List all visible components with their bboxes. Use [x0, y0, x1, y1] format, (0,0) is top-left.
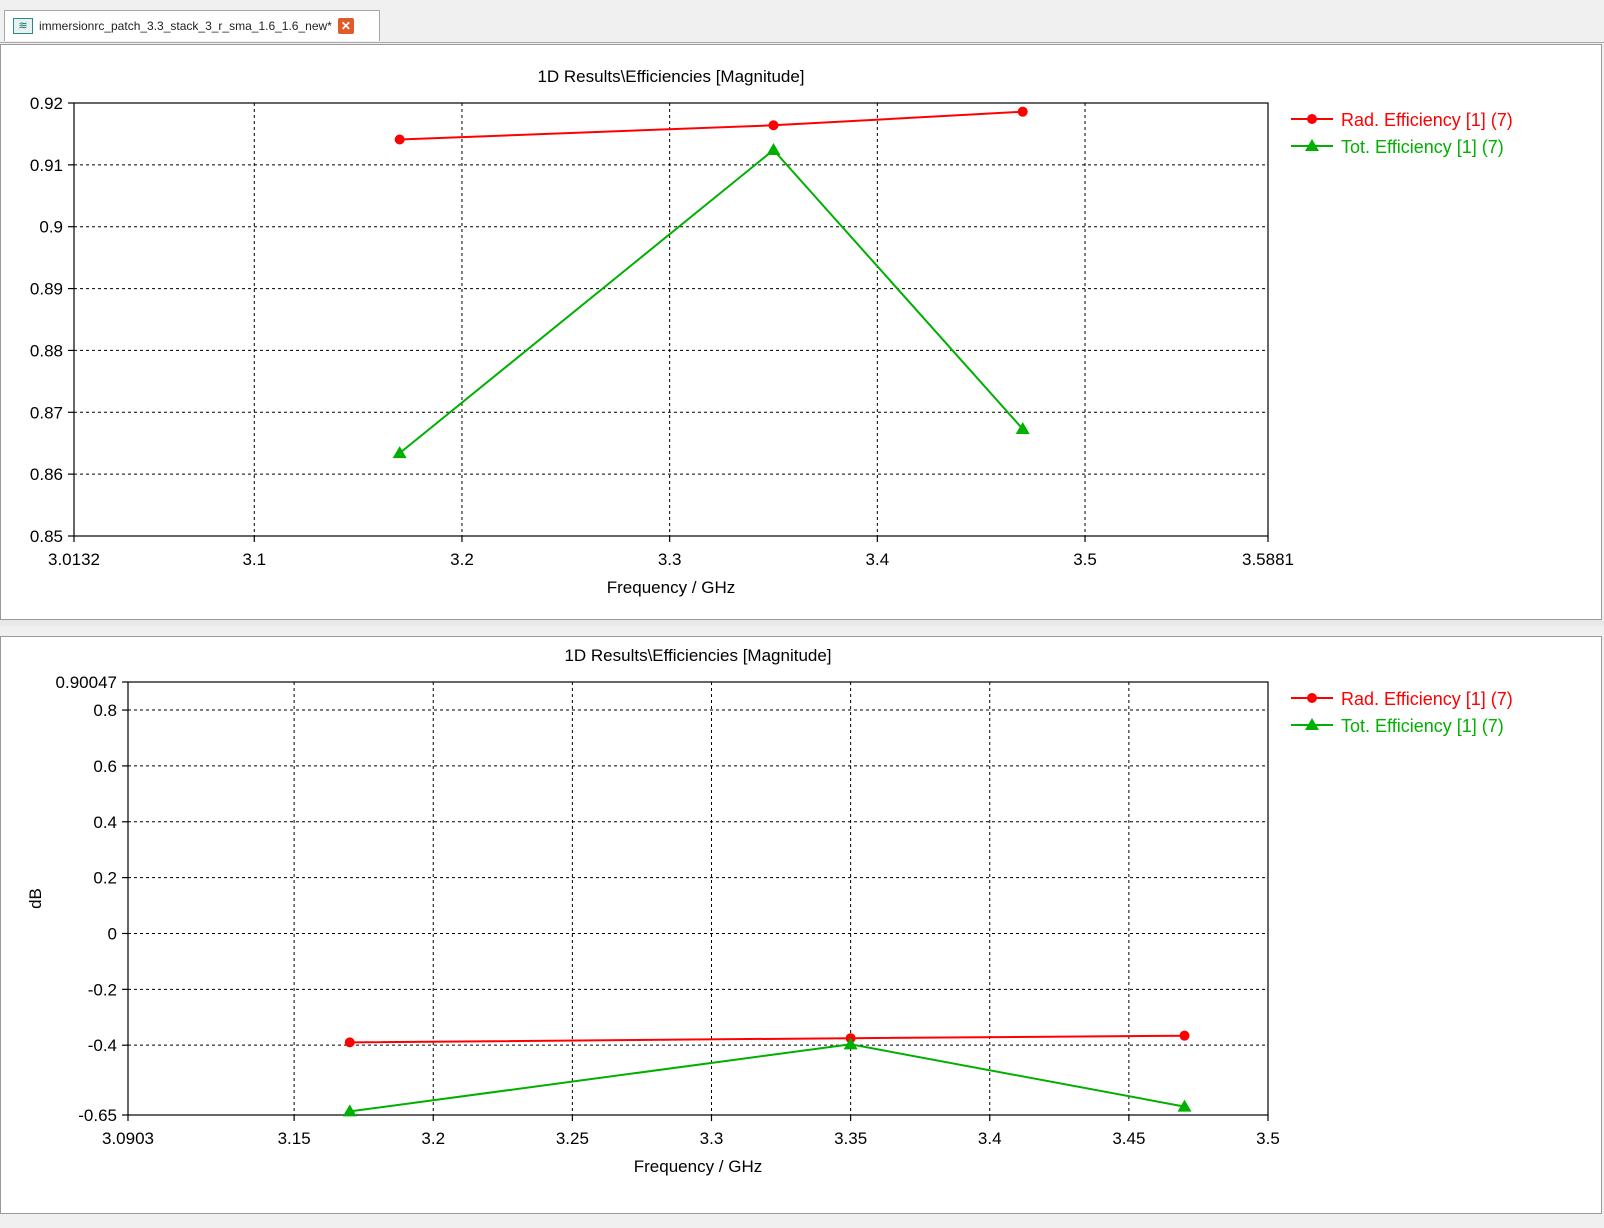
chart-top: 3.0132 3.1 3.2 3.3 3.4 3.5 3.5881 0.85 0.86 0.87 0…	[30, 67, 1513, 597]
legend-marker	[1307, 693, 1317, 703]
y-tick-label: 0.92	[30, 94, 63, 113]
panel-divider	[0, 620, 1604, 626]
series-line	[349, 1034, 1185, 1044]
y-tick-label: -0.4	[88, 1036, 117, 1055]
y-tick-label: 0.90047	[56, 673, 117, 692]
plot-panel-bottom: 3.0903 3.15 3.2 3.25 3.3 3.35 3.4 3.45 3.5 -0.65 -…	[0, 636, 1602, 1214]
x-axis-label: Frequency / GHz	[634, 1157, 763, 1176]
y-tick-label: 0.88	[30, 341, 63, 360]
close-icon[interactable]: ✕	[337, 18, 354, 34]
data-point	[768, 120, 779, 131]
y-tick-label: 0	[108, 924, 117, 943]
chart-title: 1D Results\Efficiencies [Magnitude]	[537, 67, 804, 86]
x-tick-label: 3.2	[450, 550, 474, 569]
plot-frame	[127, 681, 1269, 1116]
x-tick-label: 3.5	[1073, 550, 1097, 569]
tab-title: immersionrc_patch_3.3_stack_3_r_sma_1.6_…	[39, 19, 332, 33]
graph-icon: ≋	[13, 18, 33, 34]
legend-label: Rad. Efficiency [1] (7)	[1341, 689, 1513, 709]
x-tick-label: 3.15	[278, 1129, 311, 1148]
x-tick-label: 3.0132	[48, 550, 100, 569]
data-point	[766, 143, 781, 156]
y-tick-label: 0.4	[93, 813, 117, 832]
legend-label: Tot. Efficiency [1] (7)	[1341, 716, 1504, 736]
x-tick-label: 3.25	[556, 1129, 589, 1148]
x-tick-label: 3.45	[1112, 1129, 1145, 1148]
y-tick-label: 0.87	[30, 403, 63, 422]
y-tick-label: -0.65	[78, 1106, 117, 1125]
x-tick-label: 3.5	[1256, 1129, 1280, 1148]
plot-panel-top: 3.0132 3.1 3.2 3.3 3.4 3.5 3.5881 0.85 0.86 0.87 0…	[0, 44, 1602, 620]
legend-label: Rad. Efficiency [1] (7)	[1341, 110, 1513, 130]
data-point	[1179, 1030, 1190, 1041]
x-tick-label: 3.3	[658, 550, 682, 569]
y-axis-label: dB	[26, 888, 45, 909]
y-tick-label: -0.2	[88, 980, 117, 999]
data-point	[344, 1037, 355, 1048]
y-tick-label: 0.91	[30, 156, 63, 175]
x-tick-label: 3.1	[242, 550, 266, 569]
data-point	[394, 134, 405, 145]
document-tab-bar: ≋ immersionrc_patch_3.3_stack_3_r_sma_1.…	[0, 8, 1604, 43]
chart-title: 1D Results\Efficiencies [Magnitude]	[564, 646, 831, 665]
document-tab[interactable]: ≋ immersionrc_patch_3.3_stack_3_r_sma_1.…	[4, 10, 380, 41]
x-tick-label: 3.4	[866, 550, 890, 569]
y-tick-label: 0.8	[93, 701, 117, 720]
x-tick-label: 3.0903	[102, 1129, 154, 1148]
x-tick-label: 3.35	[834, 1129, 867, 1148]
series-line	[399, 148, 1024, 454]
y-tick-label: 0.2	[93, 869, 117, 888]
data-point	[1017, 106, 1028, 117]
y-tick-label: 0.9	[39, 218, 63, 237]
plot-frame	[73, 102, 1269, 537]
series-line	[349, 1043, 1185, 1113]
legend-label: Tot. Efficiency [1] (7)	[1341, 137, 1504, 157]
x-tick-label: 3.4	[978, 1129, 1002, 1148]
y-tick-label: 0.6	[93, 757, 117, 776]
y-tick-label: 0.89	[30, 280, 63, 299]
legend-marker	[1307, 114, 1317, 124]
chart-bottom: 3.0903 3.15 3.2 3.25 3.3 3.35 3.4 3.45 3.5 -0.65 -…	[26, 646, 1513, 1176]
x-axis-label: Frequency / GHz	[607, 578, 736, 597]
y-tick-label: 0.85	[30, 527, 63, 546]
x-tick-label: 3.5881	[1242, 550, 1294, 569]
y-tick-label: 0.86	[30, 465, 63, 484]
series-line	[399, 110, 1023, 141]
x-tick-label: 3.2	[421, 1129, 445, 1148]
x-tick-label: 3.3	[700, 1129, 724, 1148]
